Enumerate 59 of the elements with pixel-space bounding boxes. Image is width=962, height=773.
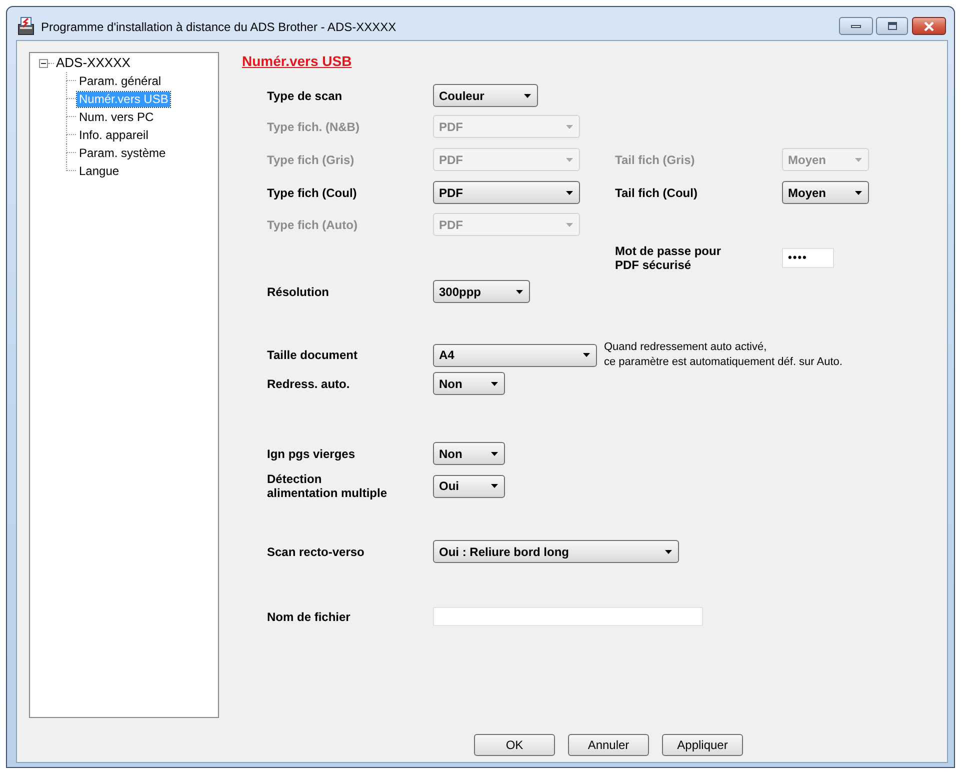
dropdown[interactable]: Non [433, 442, 505, 465]
caret-down-icon [665, 550, 672, 554]
caret-down-icon [491, 382, 498, 386]
file-name-field[interactable] [433, 607, 703, 626]
collapse-icon[interactable] [39, 58, 48, 68]
hint-text: Quand redressement auto activé, ce paramètre est automatiquement déf. sur Auto. [604, 340, 842, 370]
minimize-button[interactable] [839, 17, 873, 35]
dialog-button[interactable]: Annuler [568, 734, 649, 756]
caret-down-icon [524, 94, 531, 98]
maximize-button[interactable] [876, 17, 908, 35]
tree-item[interactable]: Info. appareil [77, 128, 150, 142]
field-label: Résolution [267, 284, 330, 298]
field-label: Scan recto-verso [267, 544, 366, 558]
tree-root-item[interactable]: ADS-XXXXX [56, 55, 130, 71]
field-label: Type fich. (N&B) [267, 120, 360, 134]
dropdown[interactable]: PDF [433, 181, 580, 204]
maximize-icon [888, 22, 896, 30]
dropdown[interactable]: Non [433, 372, 505, 395]
caret-down-icon [855, 190, 862, 194]
field-label: Mot de passe pour PDF sécurisé [615, 244, 722, 272]
tree-item[interactable]: Num. vers PC [77, 110, 156, 124]
field-label: Redress. auto. [267, 376, 351, 390]
dropdown[interactable]: Oui [433, 474, 505, 498]
caret-down-icon [491, 484, 498, 488]
close-button[interactable] [912, 17, 946, 35]
password-field[interactable]: •••• [782, 248, 834, 268]
dropdown[interactable]: Oui : Reliure bord long [433, 540, 679, 563]
caret-down-icon [583, 353, 590, 357]
dropdown[interactable]: 300ppp [433, 280, 530, 303]
dropdown[interactable]: Couleur [433, 84, 538, 107]
field-label: Type fich (Auto) [267, 218, 358, 232]
caret-down-icon [566, 158, 573, 162]
tree-item[interactable]: Langue [77, 164, 122, 178]
field-label: Nom de fichier [267, 610, 352, 624]
caret-down-icon [566, 222, 573, 226]
tree-item[interactable]: Param. système [77, 146, 168, 160]
field-label: Type fich (Coul) [267, 186, 358, 200]
caret-down-icon [855, 158, 862, 162]
field-label: Ign pgs vierges [267, 446, 356, 460]
field-label: Type fich (Gris) [267, 152, 356, 166]
app-icon [18, 17, 34, 35]
field-label: Type de scan [267, 88, 344, 102]
field-label: Taille document [267, 348, 358, 362]
dropdown[interactable]: A4 [433, 344, 597, 366]
caret-down-icon [516, 290, 523, 294]
caret-down-icon [491, 452, 498, 456]
caret-down-icon [566, 190, 573, 194]
field-label: Détection alimentation multiple [267, 472, 388, 500]
dropdown[interactable]: Moyen [782, 181, 869, 204]
field-label: Tail fich (Gris) [615, 152, 696, 166]
field-label: Tail fich (Coul) [615, 186, 698, 200]
dialog-button[interactable]: Appliquer [662, 734, 743, 756]
dialog-button[interactable]: OK [474, 734, 555, 756]
section-title: Numér.vers USB [242, 52, 353, 70]
caret-down-icon [566, 124, 573, 128]
minimize-icon [851, 24, 861, 28]
close-icon [924, 22, 934, 30]
tree-item[interactable]: Param. général [77, 74, 164, 88]
window-title: Programme d'installation à distance du ADS Brother - ADS-XXXXX [41, 19, 396, 35]
